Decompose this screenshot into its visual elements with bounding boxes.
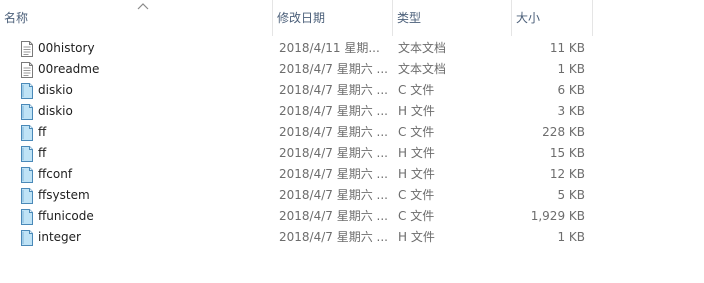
column-header-size[interactable]: 大小 bbox=[512, 0, 592, 36]
file-size: 228 KB bbox=[542, 125, 585, 139]
file-row[interactable]: integer 2018/4/7 星期六 ... H 文件 1 KB bbox=[0, 227, 704, 248]
file-name: 00readme bbox=[38, 62, 100, 76]
text-document-icon bbox=[20, 62, 34, 78]
file-modified-date: 2018/4/7 星期六 ... bbox=[279, 188, 388, 202]
file-row[interactable]: ff 2018/4/7 星期六 ... C 文件 228 KB bbox=[0, 122, 704, 143]
file-type: H 文件 bbox=[398, 146, 435, 160]
file-type: C 文件 bbox=[398, 125, 435, 139]
file-type: H 文件 bbox=[398, 104, 435, 118]
file-row[interactable]: ffsystem 2018/4/7 星期六 ... C 文件 5 KB bbox=[0, 185, 704, 206]
source-file-icon bbox=[20, 209, 34, 225]
file-size: 11 KB bbox=[549, 41, 585, 55]
file-modified-date: 2018/4/7 星期六 ... bbox=[279, 62, 388, 76]
column-resize-handle-size[interactable] bbox=[592, 0, 593, 36]
file-size: 6 KB bbox=[557, 83, 585, 97]
file-name: diskio bbox=[38, 104, 73, 118]
source-file-icon bbox=[20, 230, 34, 246]
column-header-size-label: 大小 bbox=[516, 11, 541, 25]
file-size: 1 KB bbox=[557, 230, 585, 244]
file-type: 文本文档 bbox=[398, 62, 447, 76]
source-file-icon bbox=[20, 167, 34, 183]
file-modified-date: 2018/4/7 星期六 ... bbox=[279, 167, 388, 181]
file-name: ffsystem bbox=[38, 188, 90, 202]
file-modified-date: 2018/4/7 星期六 ... bbox=[279, 104, 388, 118]
column-header-type[interactable]: 类型 bbox=[393, 0, 511, 36]
file-modified-date: 2018/4/7 星期六 ... bbox=[279, 125, 388, 139]
file-type: C 文件 bbox=[398, 83, 435, 97]
file-name: ff bbox=[38, 146, 47, 160]
file-name: integer bbox=[38, 230, 81, 244]
file-name: ffconf bbox=[38, 167, 73, 181]
file-type: H 文件 bbox=[398, 230, 435, 244]
file-modified-date: 2018/4/11 星期... bbox=[279, 41, 380, 55]
source-file-icon bbox=[20, 146, 34, 162]
file-list: 00history 2018/4/11 星期... 文本文档 11 KB 00readm… bbox=[0, 38, 704, 248]
file-size: 12 KB bbox=[549, 167, 585, 181]
source-file-icon bbox=[20, 188, 34, 204]
file-row[interactable]: diskio 2018/4/7 星期六 ... H 文件 3 KB bbox=[0, 101, 704, 122]
file-size: 15 KB bbox=[549, 146, 585, 160]
column-header-modified[interactable]: 修改日期 bbox=[273, 0, 392, 36]
file-modified-date: 2018/4/7 星期六 ... bbox=[279, 230, 388, 244]
file-modified-date: 2018/4/7 星期六 ... bbox=[279, 146, 388, 160]
file-name: ff bbox=[38, 125, 47, 139]
source-file-icon bbox=[20, 104, 34, 120]
file-row[interactable]: 00history 2018/4/11 星期... 文本文档 11 KB bbox=[0, 38, 704, 59]
file-name: ffunicode bbox=[38, 209, 94, 223]
file-modified-date: 2018/4/7 星期六 ... bbox=[279, 83, 388, 97]
source-file-icon bbox=[20, 83, 34, 99]
column-header-bar: 名称 修改日期 类型 大小 bbox=[0, 0, 704, 36]
file-type: 文本文档 bbox=[398, 41, 447, 55]
file-size: 3 KB bbox=[557, 104, 585, 118]
column-header-modified-label: 修改日期 bbox=[277, 11, 326, 25]
file-type: C 文件 bbox=[398, 188, 435, 202]
file-explorer-list-view: 名称 修改日期 类型 大小 00history 2018/4/11 星期... 文本… bbox=[0, 0, 704, 283]
file-size: 1 KB bbox=[557, 62, 585, 76]
file-row[interactable]: ffunicode 2018/4/7 星期六 ... C 文件 1,929 KB bbox=[0, 206, 704, 227]
file-row[interactable]: ffconf 2018/4/7 星期六 ... H 文件 12 KB bbox=[0, 164, 704, 185]
source-file-icon bbox=[20, 125, 34, 141]
file-name: 00history bbox=[38, 41, 95, 55]
file-row[interactable]: diskio 2018/4/7 星期六 ... C 文件 6 KB bbox=[0, 80, 704, 101]
column-header-type-label: 类型 bbox=[397, 11, 422, 25]
file-modified-date: 2018/4/7 星期六 ... bbox=[279, 209, 388, 223]
file-name: diskio bbox=[38, 83, 73, 97]
text-document-icon bbox=[20, 41, 34, 57]
file-size: 5 KB bbox=[557, 188, 585, 202]
file-size: 1,929 KB bbox=[530, 209, 585, 223]
file-row[interactable]: ff 2018/4/7 星期六 ... H 文件 15 KB bbox=[0, 143, 704, 164]
file-row[interactable]: 00readme 2018/4/7 星期六 ... 文本文档 1 KB bbox=[0, 59, 704, 80]
file-type: H 文件 bbox=[398, 167, 435, 181]
file-type: C 文件 bbox=[398, 209, 435, 223]
column-header-name-label: 名称 bbox=[4, 11, 29, 25]
column-header-name[interactable]: 名称 bbox=[0, 0, 272, 36]
